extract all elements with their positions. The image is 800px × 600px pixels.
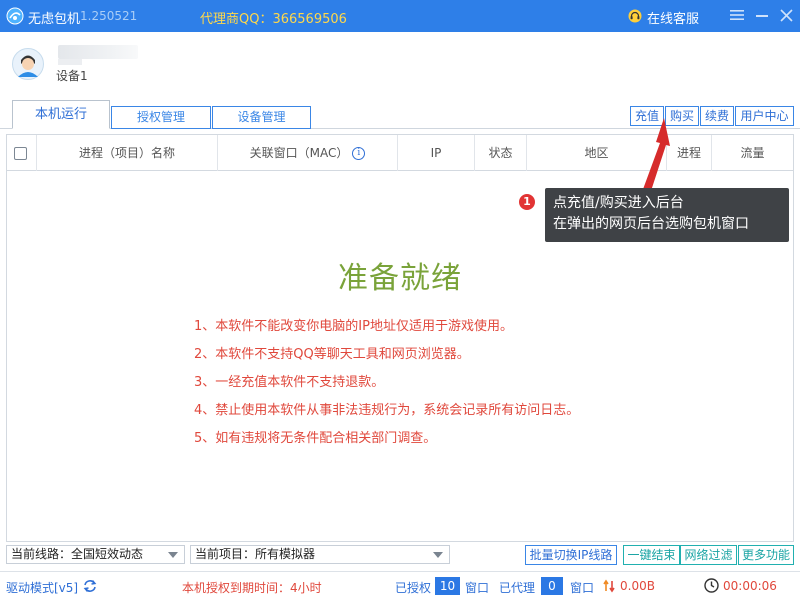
ready-status-text: 准备就绪: [338, 261, 462, 296]
network-filter-button[interactable]: 网络过滤: [680, 545, 737, 565]
select-all-column: [7, 135, 37, 171]
app-name: 无虑包机: [28, 12, 81, 27]
window-label: 窗口: [570, 581, 595, 595]
renew-button[interactable]: 续费: [700, 106, 734, 126]
run-timer: 00:00:06: [723, 579, 777, 593]
line-select-value: 当前线路：全国短效动态: [11, 547, 144, 561]
traffic-speed: 0.00B: [620, 579, 655, 593]
clock-icon: [704, 578, 719, 593]
notice-item: 3、一经充值本软件不支持退款。: [194, 375, 385, 390]
notice-list: 1、本软件不能改变你电脑的IP地址仅适用于游戏使用。 2、本软件不支持QQ等聊天…: [194, 313, 754, 453]
refresh-icon[interactable]: [83, 579, 97, 593]
chevron-down-icon[interactable]: [433, 552, 443, 558]
guide-tooltip: 点充值/购买进入后台 在弹出的网页后台选购包机窗口: [545, 188, 789, 242]
license-expire-text: 本机授权到期时间：4小时: [182, 581, 322, 595]
proxied-count: 0: [541, 577, 563, 595]
notice-item: 5、如有违规将无条件配合相关部门调查。: [194, 431, 437, 446]
username-redacted-line: [58, 59, 82, 65]
select-all-checkbox[interactable]: [14, 147, 27, 160]
avatar: [12, 48, 44, 80]
notice-item: 1、本软件不能改变你电脑的IP地址仅适用于游戏使用。: [194, 319, 513, 334]
tooltip-line-2: 在弹出的网页后台选购包机窗口: [553, 216, 749, 232]
username-redacted: [58, 45, 138, 59]
chevron-down-icon[interactable]: [168, 552, 178, 558]
line-select[interactable]: 当前线路：全国短效动态: [6, 545, 185, 564]
proxied-label: 已代理: [499, 581, 536, 595]
project-select-value: 当前项目：所有模拟器: [195, 547, 316, 561]
device-name: 设备1: [56, 69, 88, 83]
headset-icon[interactable]: [628, 9, 642, 23]
column-linked-window[interactable]: 关联窗口（MAC） i: [218, 135, 398, 171]
app-version: 1.250521: [80, 9, 138, 23]
tab-auth-management[interactable]: 授权管理: [111, 106, 211, 129]
speed-arrows-icon: [603, 579, 615, 593]
app-logo-icon: [6, 7, 24, 25]
title-bar: 无虑包机 1.250521 代理商QQ：366569506 在线客服: [0, 0, 800, 32]
driver-mode[interactable]: 驱动模式[v5]: [6, 579, 78, 596]
column-linked-window-label: 关联窗口（MAC）: [249, 146, 349, 160]
tab-device-management[interactable]: 设备管理: [212, 106, 311, 129]
tab-local-run[interactable]: 本机运行: [12, 100, 110, 129]
end-all-button[interactable]: 一键结束: [623, 545, 680, 565]
column-process-name[interactable]: 进程（项目）名称: [37, 135, 218, 171]
close-icon[interactable]: [780, 9, 793, 22]
window-label: 窗口: [465, 581, 490, 595]
info-icon[interactable]: i: [352, 147, 366, 160]
authorized-label: 已授权: [395, 581, 432, 595]
column-traffic[interactable]: 流量: [712, 135, 793, 171]
tooltip-line-1: 点充值/购买进入后台: [553, 195, 684, 211]
authorized-count: 10: [435, 577, 460, 595]
online-service-link[interactable]: 在线客服: [647, 8, 699, 27]
menu-icon[interactable]: [730, 8, 744, 22]
agent-qq: 代理商QQ：366569506: [200, 12, 347, 27]
column-status[interactable]: 状态: [475, 135, 527, 171]
status-bar: 驱动模式[v5] 本机授权到期时间：4小时 已授权 10 窗口 已代理 0 窗口…: [0, 571, 800, 600]
notice-item: 2、本软件不支持QQ等聊天工具和网页浏览器。: [194, 347, 470, 362]
batch-switch-ip-button[interactable]: 批量切换IP线路: [525, 545, 617, 565]
step-badge: 1: [517, 192, 537, 212]
user-center-button[interactable]: 用户中心: [735, 106, 794, 126]
notice-item: 4、禁止使用本软件从事非法违规行为，系统会记录所有访问日志。: [194, 403, 580, 418]
column-ip[interactable]: IP: [398, 135, 475, 171]
minimize-icon[interactable]: [756, 15, 768, 17]
more-functions-button[interactable]: 更多功能: [738, 545, 794, 565]
project-select[interactable]: 当前项目：所有模拟器: [190, 545, 450, 564]
